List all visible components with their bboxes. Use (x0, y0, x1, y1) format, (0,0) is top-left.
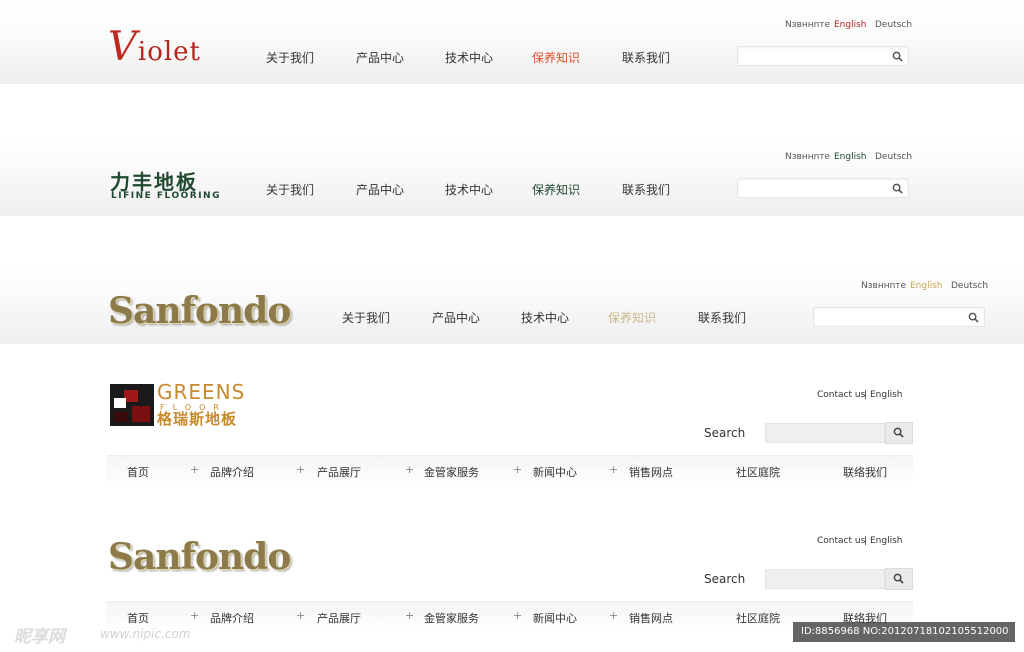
search-button[interactable] (885, 568, 913, 590)
link-separator: | (864, 536, 868, 546)
plus-icon: + (190, 609, 200, 622)
nav-products[interactable]: 产品中心 (356, 49, 404, 66)
search-icon[interactable] (968, 312, 979, 323)
search-label: Search (704, 572, 746, 586)
english-link[interactable]: English (870, 390, 903, 400)
nav-brand[interactable]: 品牌介绍 (210, 464, 254, 480)
lang-english[interactable]: English (834, 20, 867, 30)
nav-stores[interactable]: 销售网点 (629, 464, 673, 480)
search-icon (893, 427, 904, 438)
link-separator: | (864, 390, 868, 400)
main-navbar: 首页 + 品牌介绍 + 产品展厅 + 金管家服务 + 新闻中心 + 销售网点 社… (106, 601, 913, 632)
greens-logo-mark[interactable] (110, 384, 154, 426)
nav-contact[interactable]: 联系我们 (622, 49, 670, 66)
search-input[interactable] (765, 423, 885, 443)
search-input[interactable] (813, 307, 985, 327)
violet-logo-initial: V (108, 24, 138, 70)
nav-tech[interactable]: 技术中心 (445, 181, 493, 198)
greens-logo-text: GREENS (157, 380, 246, 404)
plus-icon: + (405, 463, 415, 476)
plus-icon: + (513, 463, 523, 476)
lang-deutsch[interactable]: Deutsch (951, 281, 988, 291)
lifine-logo-en: LIFINE FLOORING (111, 191, 221, 201)
search-input[interactable] (737, 46, 909, 66)
watermark-id-bar: ID:8856968 NO:20120718102105512000 (793, 622, 1015, 642)
sanfondo-logo[interactable]: Sanfondo (108, 290, 291, 332)
nav-products[interactable]: 产品中心 (356, 181, 404, 198)
nav-care[interactable]: 保养知识 (608, 309, 656, 326)
plus-icon: + (296, 609, 306, 622)
nav-news[interactable]: 新闻中心 (533, 464, 577, 480)
plus-icon: + (609, 609, 619, 622)
nav-about[interactable]: 关于我们 (266, 49, 314, 66)
nav-contact[interactable]: 联系我们 (698, 309, 746, 326)
plus-icon: + (405, 609, 415, 622)
nav-showroom[interactable]: 产品展厅 (317, 464, 361, 480)
lang-deutsch[interactable]: Deutsch (875, 20, 912, 30)
search-icon[interactable] (892, 183, 903, 194)
search-input[interactable] (737, 178, 909, 198)
lang-english[interactable]: English (910, 281, 943, 291)
plus-icon: + (296, 463, 306, 476)
lang-deutsch[interactable]: Deutsch (875, 152, 912, 162)
plus-icon: + (190, 463, 200, 476)
nav-contact[interactable]: 联系我们 (622, 181, 670, 198)
search-input[interactable] (765, 569, 885, 589)
violet-logo[interactable]: Violet (108, 24, 201, 70)
lang-russian[interactable]: Nзвннnте (861, 281, 906, 291)
nav-showroom[interactable]: 产品展厅 (317, 610, 361, 626)
nav-about[interactable]: 关于我们 (342, 309, 390, 326)
nav-about[interactable]: 关于我们 (266, 181, 314, 198)
nav-products[interactable]: 产品中心 (432, 309, 480, 326)
lang-english[interactable]: English (834, 152, 867, 162)
nav-home[interactable]: 首页 (127, 464, 149, 480)
contact-us-link[interactable]: Contact us (817, 536, 865, 546)
nav-news[interactable]: 新闻中心 (533, 610, 577, 626)
search-icon (893, 573, 904, 584)
sanfondo-logo[interactable]: Sanfondo (108, 536, 291, 578)
lang-russian[interactable]: Nзвннnте (785, 20, 830, 30)
search-label: Search (704, 426, 746, 440)
nav-care[interactable]: 保养知识 (532, 49, 580, 66)
search-button[interactable] (885, 422, 913, 444)
greens-logo-cn: 格瑞斯地板 (157, 410, 238, 428)
nav-service[interactable]: 金管家服务 (424, 610, 479, 626)
nav-care[interactable]: 保养知识 (532, 181, 580, 198)
nav-community[interactable]: 社区庭院 (736, 464, 780, 480)
plus-icon: + (609, 463, 619, 476)
nav-brand[interactable]: 品牌介绍 (210, 610, 254, 626)
nav-stores[interactable]: 销售网点 (629, 610, 673, 626)
nav-tech[interactable]: 技术中心 (445, 49, 493, 66)
contact-us-link[interactable]: Contact us (817, 390, 865, 400)
nav-community[interactable]: 社区庭院 (736, 610, 780, 626)
search-icon[interactable] (892, 51, 903, 62)
nav-contact[interactable]: 联络我们 (843, 464, 887, 480)
lang-russian[interactable]: Nзвннnте (785, 152, 830, 162)
nav-home[interactable]: 首页 (127, 610, 149, 626)
watermark-url: www.nipic.com (100, 627, 191, 641)
plus-icon: + (513, 609, 523, 622)
watermark-logo: 昵享网 (14, 627, 65, 647)
main-navbar: 首页 + 品牌介绍 + 产品展厅 + 金管家服务 + 新闻中心 + 销售网点 社… (106, 455, 913, 486)
nav-tech[interactable]: 技术中心 (521, 309, 569, 326)
violet-logo-text: iolet (137, 37, 202, 67)
nav-service[interactable]: 金管家服务 (424, 464, 479, 480)
english-link[interactable]: English (870, 536, 903, 546)
